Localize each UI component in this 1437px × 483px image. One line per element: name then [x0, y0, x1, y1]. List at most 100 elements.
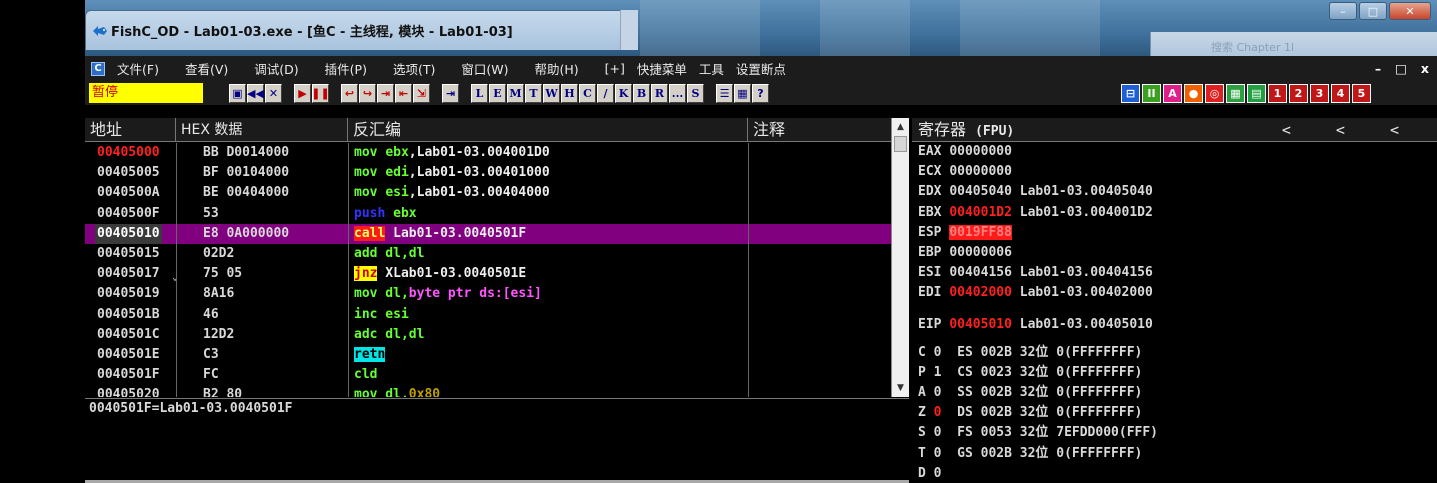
menu-help[interactable]: 帮助(H): [534, 59, 578, 78]
segment-selector: 002B: [980, 344, 1012, 360]
column-header-address[interactable]: 地址: [85, 118, 176, 142]
table-row[interactable]: 00405020 B2 80 mov dl,0x80: [85, 385, 891, 397]
open-icon[interactable]: ▣: [229, 83, 246, 103]
window-button-M[interactable]: M: [507, 83, 524, 103]
register-edi[interactable]: EDI 00402000 Lab01-03.00402000: [912, 283, 1437, 303]
options-icon[interactable]: ☰: [716, 83, 733, 103]
menu-plugins[interactable]: 插件(P): [325, 59, 367, 78]
table-row[interactable]: 00405000 BB D0014000 mov ebx,Lab01-03.0040…: [85, 143, 891, 163]
mdi-child-icon[interactable]: C: [91, 61, 105, 76]
execute-till-return-icon[interactable]: ⇲: [413, 83, 430, 103]
plugin-button-12[interactable]: 5: [1352, 83, 1371, 103]
plugin-button-7[interactable]: ▤: [1247, 83, 1266, 103]
trace-into-icon[interactable]: ⇥: [377, 83, 394, 103]
table-row[interactable]: 0040501C 12D2 adc dl,dl: [85, 325, 891, 345]
flag-row-d[interactable]: D 0: [912, 464, 1437, 483]
appearance-icon[interactable]: ▦: [734, 83, 751, 103]
table-row[interactable]: 0040500F 53 push ebx: [85, 204, 891, 224]
register-ebx[interactable]: EBX 004001D2 Lab01-03.004001D2: [912, 203, 1437, 223]
window-button-C[interactable]: C: [579, 83, 596, 103]
table-row[interactable]: 0040501E C3 retn: [85, 345, 891, 365]
register-eip[interactable]: EIP 00405010 Lab01-03.00405010: [912, 315, 1437, 335]
register-eax[interactable]: EAX 00000000: [912, 142, 1437, 162]
column-header-disassembly[interactable]: 反汇编: [348, 118, 748, 142]
menu-options[interactable]: 选项(T): [393, 59, 435, 78]
window-button-x[interactable]: /: [597, 83, 614, 103]
help-icon[interactable]: ?: [752, 83, 769, 103]
window-button-K[interactable]: K: [615, 83, 632, 103]
plugin-button-3[interactable]: A: [1163, 83, 1182, 103]
plugin-button-2[interactable]: II: [1142, 83, 1161, 103]
flag-row-p[interactable]: P 1 CS 0023 32位 0(FFFFFFFF): [912, 363, 1437, 383]
scroll-thumb[interactable]: [894, 136, 907, 152]
mdi-close-icon[interactable]: x: [1421, 61, 1429, 76]
plugin-button-8[interactable]: 1: [1268, 83, 1287, 103]
plugin-button-10[interactable]: 3: [1310, 83, 1329, 103]
window-button-H[interactable]: H: [561, 83, 578, 103]
menu-debug[interactable]: 调试(D): [254, 59, 298, 78]
table-row[interactable]: 0040500A BE 00404000 mov esi,Lab01-03.0040…: [85, 183, 891, 203]
scroll-up-icon[interactable]: ▲: [892, 118, 909, 136]
plugin-button-4[interactable]: ●: [1184, 83, 1203, 103]
mdi-minimize-icon[interactable]: –: [1375, 61, 1381, 76]
window-button-R[interactable]: R: [651, 83, 668, 103]
cpu-disassembly-pane[interactable]: 地址 HEX 数据 反汇编 注释 00405000 BB D0014000 mov …: [85, 118, 891, 397]
plugin-button-1[interactable]: ⊟: [1121, 83, 1140, 103]
plugin-button-9[interactable]: 2: [1289, 83, 1308, 103]
registers-mode[interactable]: (FPU): [975, 124, 1014, 139]
table-row[interactable]: 00405017⌄75 05jnz XLab01-03.0040501E: [85, 264, 891, 284]
plugin-button-11[interactable]: 4: [1331, 83, 1350, 103]
column-header-hex[interactable]: HEX 数据: [176, 118, 348, 142]
close-program-icon[interactable]: ✕: [265, 83, 282, 103]
goto-icon[interactable]: ⇥: [442, 83, 459, 103]
table-row[interactable]: 00405015 02D2 add dl,dl: [85, 244, 891, 264]
step-over-icon[interactable]: ↪: [359, 83, 376, 103]
table-row[interactable]: 00405005 BF 00104000 mov edi,Lab01-03.0040…: [85, 163, 891, 183]
pause-icon[interactable]: ❚❚: [311, 83, 330, 103]
window-button-B[interactable]: B: [633, 83, 650, 103]
nav-left-icon[interactable]: <: [1336, 121, 1345, 139]
title-bar[interactable]: FishC_OD - Lab01-03.exe - [鱼C - 主线程, 模块 …: [85, 10, 638, 50]
menu-shortcuts[interactable]: 快捷菜单: [637, 59, 687, 78]
flag-row-t[interactable]: T 0 GS 002B 32位 0(FFFFFFFF): [912, 444, 1437, 464]
nav-left-icon[interactable]: <: [1282, 121, 1291, 139]
registers-header[interactable]: 寄存器 (FPU) < < <: [912, 118, 1437, 142]
window-button-S[interactable]: S: [687, 83, 704, 103]
flag-row-s[interactable]: S 0 FS 0053 32位 7EFDD000(FFF): [912, 423, 1437, 443]
column-header-comment[interactable]: 注释: [748, 118, 891, 142]
table-row[interactable]: 0040501B 46 inc esi: [85, 305, 891, 325]
window-button-T[interactable]: T: [525, 83, 542, 103]
table-row[interactable]: 00405010 E8 0A000000 call Lab01-03.0040501…: [85, 223, 891, 244]
menu-tools[interactable]: 工具: [699, 59, 724, 78]
register-esp[interactable]: ESP 0019FF88: [912, 223, 1437, 243]
menu-file[interactable]: 文件(F): [117, 59, 159, 78]
registers-pane[interactable]: 寄存器 (FPU) < < < EAX 00000000 ECX 00000000…: [912, 118, 1437, 483]
window-button-xxx[interactable]: ...: [669, 83, 686, 103]
plugin-button-6[interactable]: ▦: [1226, 83, 1245, 103]
flag-row-a[interactable]: A 0 SS 002B 32位 0(FFFFFFFF): [912, 383, 1437, 403]
window-button-L[interactable]: L: [471, 83, 488, 103]
step-into-icon[interactable]: ↩: [341, 83, 358, 103]
menu-window[interactable]: 窗口(W): [461, 59, 508, 78]
menu-plus[interactable]: [+]: [605, 61, 625, 76]
disassembly-scrollbar[interactable]: ▲ ▼: [891, 118, 909, 397]
register-ecx[interactable]: ECX 00000000: [912, 162, 1437, 182]
flag-row-z[interactable]: Z 0 DS 002B 32位 0(FFFFFFFF): [912, 403, 1437, 423]
table-row[interactable]: 0040501F FC cld: [85, 365, 891, 385]
window-button-W[interactable]: W: [543, 83, 560, 103]
scroll-down-icon[interactable]: ▼: [892, 379, 909, 397]
register-esi[interactable]: ESI 00404156 Lab01-03.00404156: [912, 263, 1437, 283]
restart-icon[interactable]: ◀◀: [247, 83, 264, 103]
window-button-E[interactable]: E: [489, 83, 506, 103]
plugin-button-5[interactable]: ◎: [1205, 83, 1224, 103]
table-row[interactable]: 00405019 8A16 mov dl,byte ptr ds:[esi]: [85, 284, 891, 304]
run-icon[interactable]: ▶: [294, 83, 311, 103]
menu-breakpoints[interactable]: 设置断点: [736, 59, 786, 78]
mdi-restore-icon[interactable]: □: [1395, 61, 1407, 76]
flag-row-c[interactable]: C 0 ES 002B 32位 0(FFFFFFFF): [912, 343, 1437, 363]
register-edx[interactable]: EDX 00405040 Lab01-03.00405040: [912, 182, 1437, 202]
menu-view[interactable]: 查看(V): [185, 59, 228, 78]
nav-left-icon[interactable]: <: [1390, 121, 1399, 139]
trace-over-icon[interactable]: ⇤: [395, 83, 412, 103]
register-ebp[interactable]: EBP 00000006: [912, 243, 1437, 263]
